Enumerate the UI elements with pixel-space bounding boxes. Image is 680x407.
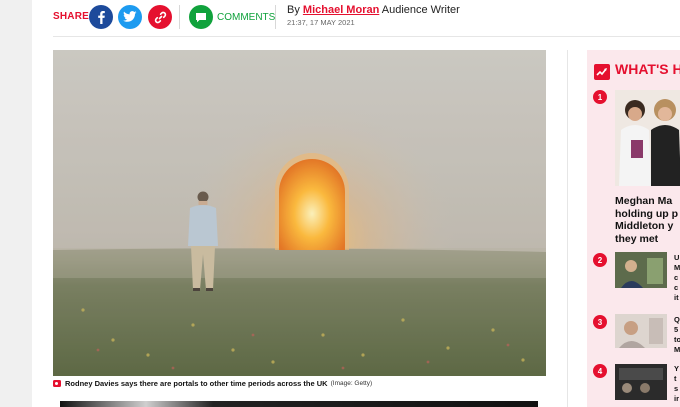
share-label: SHARE	[53, 11, 90, 22]
title-line: c	[674, 283, 679, 292]
thumbnail-image[interactable]	[615, 314, 667, 348]
trending-icon	[594, 64, 610, 80]
sidebar-title: WHAT'S H	[615, 61, 680, 77]
sidebar-item-title[interactable]: U M c c it	[674, 253, 680, 303]
twitter-icon	[123, 11, 137, 22]
video-player-top[interactable]	[60, 401, 538, 407]
divider	[275, 5, 276, 29]
hero-image[interactable]	[53, 50, 546, 376]
copy-link-button[interactable]	[148, 5, 172, 29]
byline-prefix: By	[287, 4, 303, 16]
camera-icon	[53, 380, 61, 387]
twitter-share-button[interactable]	[118, 5, 142, 29]
sidebar-item-title[interactable]: Q 5 to M	[674, 315, 680, 355]
title-line: c	[674, 273, 679, 282]
sidebar-item-title[interactable]: Y t s ir	[674, 364, 680, 404]
title-line: Middleton y	[615, 220, 674, 232]
title-line: Meghan Ma	[615, 195, 673, 207]
publish-date: 21:37, 17 MAY 2021	[287, 18, 355, 27]
column-divider	[567, 50, 568, 407]
share-bar: SHARE COMMENTS By Michael Moran Audience…	[53, 0, 680, 37]
title-line: 5	[674, 325, 679, 334]
comments-link[interactable]: COMMENTS	[217, 12, 275, 23]
title-line: holding up p	[615, 207, 678, 220]
link-icon	[154, 11, 166, 23]
title-line: s	[674, 384, 679, 393]
hero-caption: Rodney Davies says there are portals to …	[53, 379, 372, 388]
thumbnail-image[interactable]	[615, 252, 667, 288]
title-line: M	[674, 263, 680, 272]
rank-badge: 1	[593, 90, 607, 104]
caption-text: Rodney Davies says there are portals to …	[65, 379, 328, 388]
author-link[interactable]: Michael Moran	[303, 4, 379, 16]
title-line: it	[674, 293, 679, 302]
title-line: to	[674, 335, 680, 344]
divider	[179, 5, 180, 29]
sidebar-item-title[interactable]: Meghan Ma holding up p Middleton y they …	[615, 195, 680, 245]
comments-button[interactable]	[189, 5, 213, 29]
thumbnail-image[interactable]	[615, 364, 667, 400]
image-credit: (Image: Getty)	[330, 380, 373, 387]
title-line: t	[674, 374, 677, 383]
title-line: they met	[615, 232, 659, 245]
facebook-icon	[98, 11, 105, 24]
title-line: U	[674, 253, 680, 262]
facebook-share-button[interactable]	[89, 5, 113, 29]
title-line: Y	[674, 364, 680, 373]
byline: By Michael Moran Audience Writer	[287, 4, 460, 16]
whats-hot-sidebar: WHAT'S H 1 Meghan Ma holding up p Middle…	[587, 50, 680, 407]
author-role: Audience Writer	[379, 4, 460, 16]
title-line: ir	[674, 394, 680, 403]
rank-badge: 4	[593, 364, 607, 378]
title-line: M	[674, 345, 680, 354]
thumbnail-image[interactable]	[615, 90, 680, 186]
rank-badge: 2	[593, 253, 607, 267]
rank-badge: 3	[593, 315, 607, 329]
comment-icon	[196, 12, 206, 22]
title-line: Q	[674, 315, 680, 324]
hero-illustration	[53, 50, 546, 376]
